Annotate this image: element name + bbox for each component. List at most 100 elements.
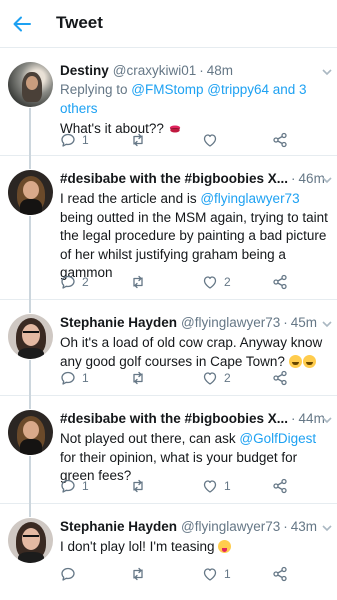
- reply-button[interactable]: 2: [60, 274, 89, 290]
- avatar[interactable]: [8, 62, 53, 107]
- avatar[interactable]: [8, 170, 53, 215]
- retweet-button[interactable]: [130, 370, 152, 386]
- retweet-button[interactable]: [130, 566, 152, 582]
- timestamp: 45m: [290, 315, 318, 330]
- chevron-down-icon[interactable]: [321, 66, 333, 78]
- share-button[interactable]: [272, 566, 288, 582]
- user-handle[interactable]: @flyinglawyer73: [181, 518, 280, 536]
- like-count: 2: [224, 371, 231, 385]
- like-button[interactable]: 2: [202, 274, 231, 290]
- avatar[interactable]: [8, 518, 53, 563]
- tweet-header: #desibabe with the #bigboobies X... · 46…: [60, 170, 329, 188]
- reply-icon: [61, 133, 75, 147]
- chevron-down-icon[interactable]: [321, 318, 333, 330]
- chevron-down-icon[interactable]: [321, 174, 333, 186]
- tweet-item[interactable]: Stephanie Hayden @flyinglawyer73 · 45m O…: [0, 300, 337, 396]
- app-header: Tweet: [0, 0, 337, 48]
- heart-icon: [203, 568, 217, 581]
- like-count: 1: [224, 567, 231, 581]
- reply-count: 1: [82, 479, 89, 493]
- reply-count: 2: [82, 275, 89, 289]
- display-name[interactable]: Stephanie Hayden: [60, 314, 177, 332]
- tweet-item[interactable]: Destiny @craxykiwi01 · 48m Replying to @…: [0, 48, 337, 156]
- heart-icon: [203, 480, 217, 493]
- share-button[interactable]: [272, 478, 288, 494]
- heart-icon: [203, 276, 217, 289]
- chevron-down-icon[interactable]: [321, 414, 333, 426]
- display-name[interactable]: #desibabe with the #bigboobies X...: [60, 410, 288, 428]
- retweet-button[interactable]: [130, 274, 152, 290]
- share-icon: [273, 370, 287, 386]
- tweet-header: Destiny @craxykiwi01 · 48m: [60, 62, 329, 80]
- share-button[interactable]: [272, 274, 288, 290]
- arrow-left-icon: [13, 16, 31, 32]
- retweet-icon: [133, 479, 143, 493]
- tweet-header: Stephanie Hayden @flyinglawyer73 · 45m: [60, 314, 329, 332]
- heart-icon: [203, 134, 217, 147]
- separator-dot: ·: [283, 519, 288, 534]
- tweet-text: I read the article and is @flyinglawyer7…: [60, 191, 328, 280]
- like-button[interactable]: 2: [202, 370, 231, 386]
- reply-count: 1: [82, 133, 89, 147]
- retweet-button[interactable]: [130, 478, 152, 494]
- tweet-actions: 1 2: [60, 370, 300, 388]
- share-button[interactable]: [272, 132, 288, 148]
- reply-icon: [61, 371, 75, 385]
- like-button[interactable]: [202, 132, 224, 148]
- thread-connector: [29, 504, 31, 517]
- reply-button[interactable]: [60, 566, 82, 582]
- tweet-header: #desibabe with the #bigboobies X... · 44…: [60, 410, 329, 428]
- conversation-thread: Destiny @craxykiwi01 · 48m Replying to @…: [0, 48, 337, 600]
- reply-icon: [61, 567, 75, 581]
- back-button[interactable]: [8, 10, 36, 38]
- tweet-item[interactable]: Stephanie Hayden @flyinglawyer73 · 43m I…: [0, 504, 337, 600]
- thread-connector: [29, 456, 31, 504]
- reply-count: 1: [82, 371, 89, 385]
- mention-link[interactable]: @flyinglawyer73: [200, 191, 299, 206]
- separator-dot: ·: [283, 315, 288, 330]
- tweet-item[interactable]: #desibabe with the #bigboobies X... · 46…: [0, 156, 337, 300]
- reply-icon: [61, 275, 75, 289]
- separator-dot: ·: [291, 171, 296, 186]
- reply-button[interactable]: 1: [60, 478, 89, 494]
- thread-connector: [29, 216, 31, 300]
- thread-connector: [29, 156, 31, 169]
- reply-icon: [61, 479, 75, 493]
- reply-button[interactable]: 1: [60, 370, 89, 386]
- display-name[interactable]: Destiny: [60, 62, 109, 80]
- share-icon: [273, 478, 287, 494]
- laughing-emoji: [302, 354, 316, 368]
- share-button[interactable]: [272, 370, 288, 386]
- tweet-text: I don't play lol! I'm teasing: [60, 538, 329, 557]
- user-handle[interactable]: @craxykiwi01: [113, 62, 196, 80]
- avatar[interactable]: [8, 410, 53, 455]
- tweet-text: Oh it's a load of old cow crap. Anyway k…: [60, 335, 323, 369]
- replying-to: Replying to @FMStomp @trippy64 and 3 oth…: [60, 82, 307, 116]
- like-count: 1: [224, 479, 231, 493]
- laughing-emoji: [288, 354, 302, 368]
- retweet-button[interactable]: [130, 132, 152, 148]
- retweet-icon: [133, 371, 143, 385]
- like-button[interactable]: 1: [202, 566, 231, 582]
- tweet-actions: 1 1: [60, 478, 300, 496]
- like-count: 2: [224, 275, 231, 289]
- reply-button[interactable]: 1: [60, 132, 89, 148]
- avatar[interactable]: [8, 314, 53, 359]
- chevron-down-icon[interactable]: [321, 522, 333, 534]
- share-icon: [273, 274, 287, 290]
- like-button[interactable]: 1: [202, 478, 231, 494]
- display-name[interactable]: #desibabe with the #bigboobies X...: [60, 170, 288, 188]
- page-title: Tweet: [56, 13, 103, 32]
- retweet-icon: [133, 567, 143, 581]
- timestamp: 43m: [290, 519, 318, 534]
- tweet-item[interactable]: #desibabe with the #bigboobies X... · 44…: [0, 396, 337, 504]
- thread-connector: [29, 360, 31, 396]
- user-handle[interactable]: @flyinglawyer73: [181, 314, 280, 332]
- mention-link[interactable]: @GolfDigest: [239, 431, 316, 446]
- thread-connector: [29, 300, 31, 313]
- share-icon: [273, 132, 287, 148]
- thread-connector: [29, 108, 31, 156]
- thread-connector: [29, 396, 31, 409]
- display-name[interactable]: Stephanie Hayden: [60, 518, 177, 536]
- separator-dot: ·: [291, 411, 296, 426]
